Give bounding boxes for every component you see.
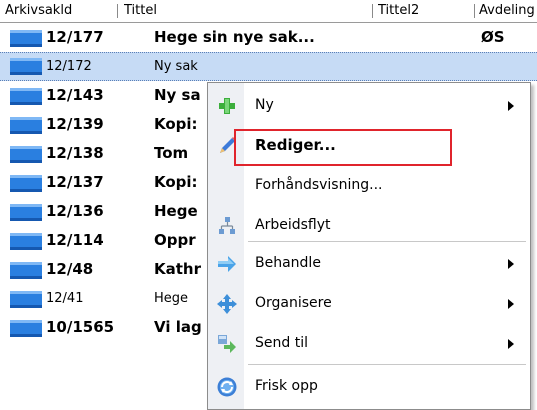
column-header-arkivsakid[interactable]: Arkivsakld bbox=[5, 0, 115, 22]
folder-icon bbox=[10, 291, 42, 308]
case-id: 12/41 bbox=[46, 291, 84, 306]
case-id: 12/177 bbox=[46, 28, 104, 46]
menu-item-label: Frisk opp bbox=[255, 378, 318, 394]
submenu-arrow-icon bbox=[508, 299, 514, 309]
submenu-arrow-icon bbox=[508, 259, 514, 269]
organize-icon bbox=[217, 294, 237, 314]
menu-item-frisk-opp[interactable]: Frisk opp bbox=[208, 366, 530, 406]
case-id: 12/143 bbox=[46, 86, 104, 104]
menu-separator bbox=[248, 364, 526, 365]
menu-item-send-til[interactable]: Send til bbox=[208, 323, 530, 363]
folder-icon bbox=[10, 204, 42, 221]
menu-item-label: Ny bbox=[255, 97, 274, 113]
menu-item-label: Organisere bbox=[255, 295, 332, 311]
column-header-bar: Arkivsakld Tittel Tittel2 Avdeling bbox=[0, 0, 537, 23]
case-title: Ny sa bbox=[154, 86, 201, 104]
case-title: Kopi: bbox=[154, 115, 198, 133]
case-title: Hege bbox=[154, 202, 198, 220]
menu-item-behandle[interactable]: Behandle bbox=[208, 243, 530, 283]
case-id: 12/137 bbox=[46, 173, 104, 191]
folder-icon bbox=[10, 233, 42, 250]
column-divider[interactable] bbox=[474, 4, 475, 18]
folder-icon bbox=[10, 320, 42, 337]
folder-icon bbox=[10, 88, 42, 105]
menu-item-organisere[interactable]: Organisere bbox=[208, 283, 530, 323]
case-title: Oppr bbox=[154, 231, 196, 249]
menu-item-label: Send til bbox=[255, 335, 308, 351]
folder-icon bbox=[10, 30, 42, 47]
arrow-icon bbox=[218, 256, 236, 272]
case-title: Tom bbox=[154, 144, 189, 162]
case-title: Vi lag bbox=[154, 318, 202, 336]
refresh-icon bbox=[217, 377, 237, 397]
case-title: Kopi: bbox=[154, 173, 198, 191]
highlight-box bbox=[234, 129, 452, 166]
case-id: 12/136 bbox=[46, 202, 104, 220]
menu-separator bbox=[248, 241, 526, 242]
case-id: 12/139 bbox=[46, 115, 104, 133]
folder-icon bbox=[10, 262, 42, 279]
menu-item-arbeidsflyt[interactable]: Arbeidsflyt bbox=[208, 205, 530, 245]
case-id: 12/48 bbox=[46, 260, 94, 278]
case-id: 12/114 bbox=[46, 231, 104, 249]
case-title: Hege bbox=[154, 291, 189, 306]
send-to-icon bbox=[218, 335, 236, 353]
case-id: 12/172 bbox=[46, 59, 92, 74]
column-header-tittel2[interactable]: Tittel2 bbox=[378, 0, 468, 22]
green-plus-icon bbox=[219, 98, 235, 114]
menu-item-label: Forhåndsvisning... bbox=[255, 177, 383, 193]
column-divider[interactable] bbox=[372, 4, 373, 18]
menu-item-label: Behandle bbox=[255, 255, 321, 271]
case-id: 10/1565 bbox=[46, 318, 115, 336]
case-title: Kathr bbox=[154, 260, 201, 278]
menu-item-forhandsvisning[interactable]: Forhåndsvisning... bbox=[208, 165, 530, 205]
submenu-arrow-icon bbox=[508, 339, 514, 349]
case-department: ØS bbox=[481, 28, 505, 46]
folder-icon bbox=[10, 175, 42, 192]
case-title: Ny sak bbox=[154, 59, 198, 74]
folder-icon bbox=[10, 146, 42, 163]
case-title: Hege sin nye sak... bbox=[154, 28, 315, 46]
column-header-tittel[interactable]: Tittel bbox=[124, 0, 324, 22]
workflow-icon bbox=[219, 217, 235, 234]
case-id: 12/138 bbox=[46, 144, 104, 162]
table-row[interactable]: 12/177 Hege sin nye sak... ØS bbox=[0, 23, 537, 52]
folder-icon bbox=[10, 58, 42, 75]
column-divider[interactable] bbox=[117, 4, 118, 18]
submenu-arrow-icon bbox=[508, 101, 514, 111]
folder-icon bbox=[10, 117, 42, 134]
column-header-avdeling[interactable]: Avdeling bbox=[479, 0, 537, 22]
table-row-selected[interactable]: 12/172 Ny sak bbox=[0, 52, 537, 81]
menu-item-ny[interactable]: Ny bbox=[208, 85, 530, 125]
menu-item-label: Arbeidsflyt bbox=[255, 217, 331, 233]
